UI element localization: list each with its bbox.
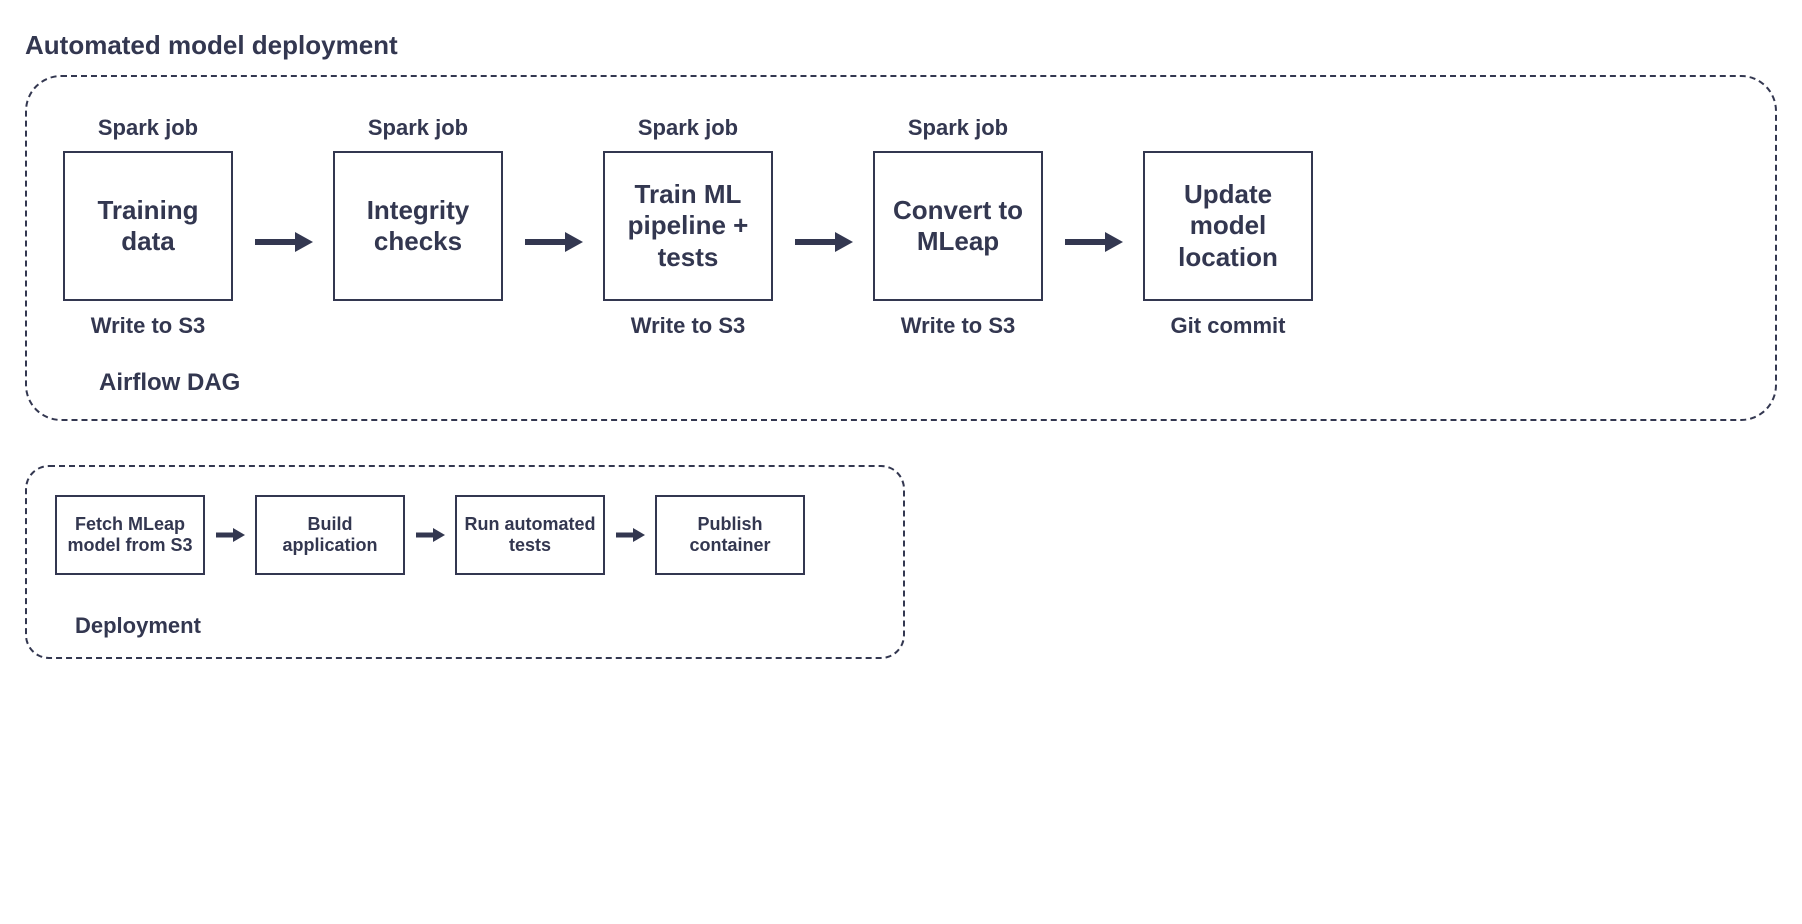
step-above-label: Spark job [908,113,1008,143]
arrow-icon [523,198,583,256]
arrow-icon [253,198,313,256]
arrow-icon [415,525,445,545]
step-update-model-location: Update model location Git commit [1143,113,1313,341]
arrow-icon [215,525,245,545]
arrow-icon [1063,198,1123,256]
airflow-dag-section: Spark job Training data Write to S3 Spar… [25,75,1777,421]
deployment-section-label: Deployment [75,613,875,639]
step-below-label: Write to S3 [91,311,206,341]
arrow-icon [615,525,645,545]
step-below-label: Write to S3 [901,311,1016,341]
box-convert-mleap: Convert to MLeap [873,151,1043,301]
box-publish-container: Publish container [655,495,805,575]
airflow-section-label: Airflow DAG [99,369,1739,397]
box-update-model-location: Update model location [1143,151,1313,301]
box-training-data: Training data [63,151,233,301]
diagram-title: Automated model deployment [25,30,1777,61]
deployment-flow-row: Fetch MLeap model from S3 Build applicat… [55,495,875,575]
box-build-application: Build application [255,495,405,575]
box-fetch-mleap: Fetch MLeap model from S3 [55,495,205,575]
deployment-section: Fetch MLeap model from S3 Build applicat… [25,465,905,659]
box-integrity-checks: Integrity checks [333,151,503,301]
step-below-label: Write to S3 [631,311,746,341]
step-above-label: Spark job [638,113,738,143]
step-integrity-checks: Spark job Integrity checks [333,113,503,341]
step-training-data: Spark job Training data Write to S3 [63,113,233,341]
step-train-ml-pipeline: Spark job Train ML pipeline + tests Writ… [603,113,773,341]
step-convert-mleap: Spark job Convert to MLeap Write to S3 [873,113,1043,341]
box-train-ml-pipeline: Train ML pipeline + tests [603,151,773,301]
step-above-label: Spark job [368,113,468,143]
box-run-tests: Run automated tests [455,495,605,575]
arrow-icon [793,198,853,256]
step-above-label: Spark job [98,113,198,143]
step-below-label: Git commit [1171,311,1286,341]
airflow-flow-row: Spark job Training data Write to S3 Spar… [63,113,1739,341]
